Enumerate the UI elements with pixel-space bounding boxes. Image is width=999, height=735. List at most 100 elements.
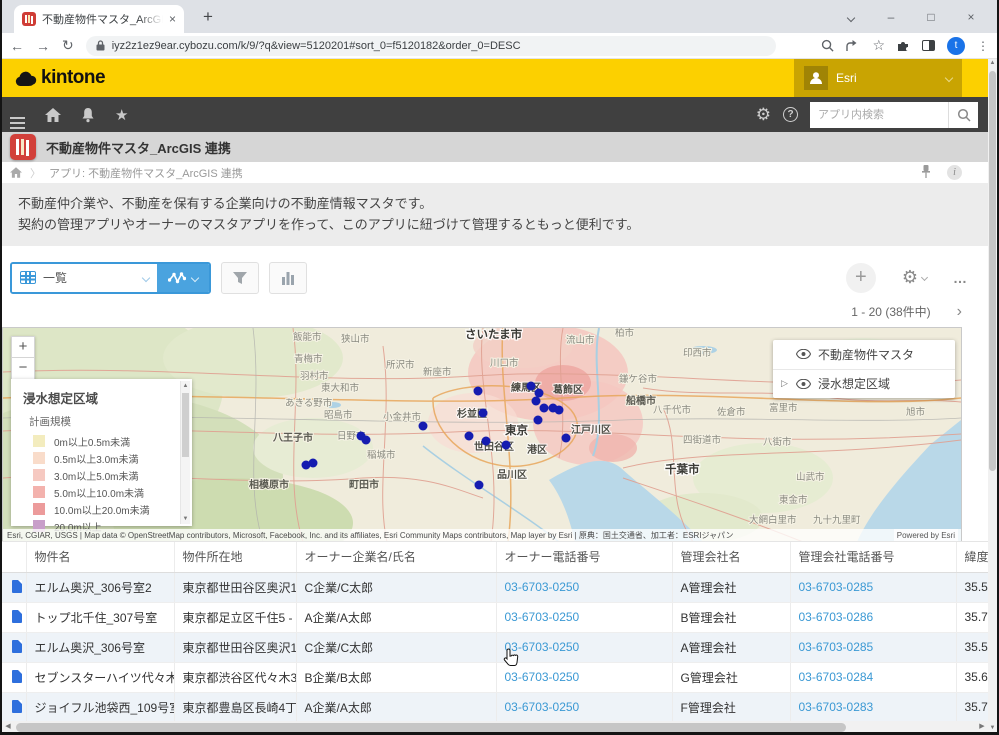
record-document-icon[interactable] [12, 670, 22, 683]
url-bar[interactable]: iyz2z1ez9ear.cybozu.com/k/9/?q&view=5120… [86, 36, 776, 56]
chart-button[interactable] [269, 262, 307, 294]
property-map-point[interactable] [474, 386, 483, 395]
eye-icon[interactable] [796, 379, 811, 389]
scroll-down-icon[interactable]: ▼ [181, 516, 190, 522]
record-icon-cell[interactable] [0, 572, 26, 602]
phone-link[interactable]: 03-6703-0283 [799, 700, 874, 714]
scroll-up-icon[interactable]: ▲ [181, 383, 190, 389]
map-panel[interactable]: 飯能市狭山市さいたま市流山市柏市印西市所沢市新座市川口市青梅市羽村市東大和市あき… [2, 327, 962, 543]
column-header[interactable]: 物件所在地 [174, 542, 296, 572]
scrollbar-thumb[interactable] [989, 71, 996, 471]
info-icon[interactable]: i [947, 165, 962, 180]
property-map-point[interactable] [309, 458, 318, 467]
filter-button[interactable] [221, 262, 259, 294]
home-icon[interactable] [45, 108, 61, 122]
more-options-button[interactable]: … [953, 270, 968, 286]
column-header[interactable]: 物件名 [26, 542, 174, 572]
table-row[interactable]: セブンスターハイツ代々木館_1…東京都渋谷区代々木3丁…B企業/B太郎03-67… [0, 662, 988, 692]
next-page-button[interactable]: › [957, 303, 962, 321]
table-row[interactable]: トップ北千住_307号室東京都足立区千住5 - 3…A企業/A太郎03-6703… [0, 602, 988, 632]
breadcrumb-home-icon[interactable] [10, 167, 22, 178]
column-header[interactable] [0, 542, 26, 572]
property-map-point[interactable] [532, 396, 541, 405]
add-record-button[interactable]: + [846, 263, 876, 293]
record-icon-cell[interactable] [0, 632, 26, 662]
layer-item-properties[interactable]: ▷ 不動産物件マスタ [773, 340, 955, 369]
page-vertical-scrollbar[interactable]: ▲ ▼ [988, 59, 997, 732]
phone-link[interactable]: 03-6703-0250 [505, 610, 580, 624]
phone-link[interactable]: 03-6703-0250 [505, 640, 580, 654]
phone-link[interactable]: 03-6703-0286 [799, 610, 874, 624]
expand-triangle-icon[interactable]: ▷ [781, 378, 789, 389]
property-map-point[interactable] [419, 421, 428, 430]
property-map-point[interactable] [475, 480, 484, 489]
scrollbar-thumb[interactable] [16, 723, 846, 732]
search-button[interactable] [948, 102, 978, 128]
table-row[interactable]: ジョイフル池袋西_109号室東京都豊島区長崎4丁目…A企業/A太郎03-6703… [0, 692, 988, 721]
column-header[interactable]: 緯度 [956, 542, 988, 572]
graph-view-button[interactable] [157, 264, 209, 292]
record-icon-cell[interactable] [0, 692, 26, 721]
record-icon-cell[interactable] [0, 602, 26, 632]
app-settings-button[interactable]: ⚙ [902, 267, 927, 288]
settings-gear-icon[interactable]: ⚙ [756, 105, 771, 125]
back-button[interactable]: ← [10, 38, 24, 54]
app-search-input[interactable] [810, 102, 948, 128]
extensions-puzzle-icon[interactable] [897, 39, 910, 52]
property-map-point[interactable] [527, 381, 536, 390]
favorites-star-icon[interactable]: ★ [115, 106, 128, 124]
phone-link[interactable]: 03-6703-0285 [799, 640, 874, 654]
phone-link[interactable]: 03-6703-0250 [505, 580, 580, 594]
property-map-point[interactable] [502, 440, 511, 449]
zoom-in-button[interactable]: + [11, 336, 35, 358]
phone-link[interactable]: 03-6703-0250 [505, 670, 580, 684]
column-header[interactable]: オーナー企業名/氏名 [296, 542, 496, 572]
property-map-point[interactable] [540, 403, 549, 412]
share-icon[interactable] [846, 39, 860, 52]
search-tabs-icon[interactable] [821, 39, 834, 52]
table-row[interactable]: エルム奥沢_306号室東京都世田谷区奥沢1…C企業/C太郎03-6703-025… [0, 632, 988, 662]
help-icon[interactable]: ? [783, 107, 798, 122]
record-document-icon[interactable] [12, 640, 22, 653]
record-icon-cell[interactable] [0, 662, 26, 692]
phone-link[interactable]: 03-6703-0285 [799, 580, 874, 594]
scroll-up-icon[interactable]: ▲ [988, 60, 997, 66]
tab-close-icon[interactable]: × [169, 12, 176, 26]
column-header[interactable]: オーナー電話番号 [496, 542, 672, 572]
record-document-icon[interactable] [12, 610, 22, 623]
window-minimize-button[interactable]: – [871, 10, 911, 24]
property-map-point[interactable] [482, 436, 491, 445]
column-header[interactable]: 管理会社名 [672, 542, 790, 572]
property-map-point[interactable] [555, 405, 564, 414]
legend-scrollbar[interactable]: ▲ ▼ [180, 381, 190, 524]
hamburger-menu-icon[interactable] [10, 106, 25, 124]
notifications-bell-icon[interactable] [81, 107, 95, 123]
view-dropdown[interactable]: 一覧 [12, 264, 157, 292]
window-close-button[interactable]: × [951, 10, 991, 24]
pin-icon[interactable] [921, 165, 931, 181]
zoom-out-button[interactable]: − [11, 358, 35, 380]
scrollbar-thumb[interactable] [182, 393, 189, 457]
property-map-point[interactable] [479, 408, 488, 417]
property-map-point[interactable] [362, 435, 371, 444]
record-document-icon[interactable] [12, 580, 22, 593]
new-tab-button[interactable]: + [196, 6, 220, 30]
window-maximize-button[interactable]: □ [911, 10, 951, 24]
eye-icon[interactable] [796, 349, 811, 359]
kintone-logo[interactable]: kintone [14, 67, 105, 89]
side-panel-icon[interactable] [922, 40, 935, 51]
tab-search-icon[interactable] [831, 10, 871, 24]
browser-tab[interactable]: 不動産物件マスタ_ArcGIS 連携 - × [14, 5, 184, 33]
layer-item-flood-zone[interactable]: ▷ 浸水想定区域 [773, 369, 955, 398]
bookmark-star-icon[interactable]: ☆ [872, 37, 885, 54]
browser-profile-avatar[interactable]: t [947, 37, 965, 55]
table-row[interactable]: エルム奥沢_306号室2東京都世田谷区奥沢1…C企業/C太郎03-6703-02… [0, 572, 988, 602]
scroll-down-icon[interactable]: ▼ [988, 725, 997, 731]
phone-link[interactable]: 03-6703-0250 [505, 700, 580, 714]
refresh-button[interactable]: ↻ [62, 37, 74, 54]
browser-menu-icon[interactable]: ⋮ [977, 39, 989, 53]
phone-link[interactable]: 03-6703-0284 [799, 670, 874, 684]
user-menu[interactable]: Esri [794, 59, 962, 97]
property-map-point[interactable] [535, 388, 544, 397]
property-map-point[interactable] [534, 415, 543, 424]
